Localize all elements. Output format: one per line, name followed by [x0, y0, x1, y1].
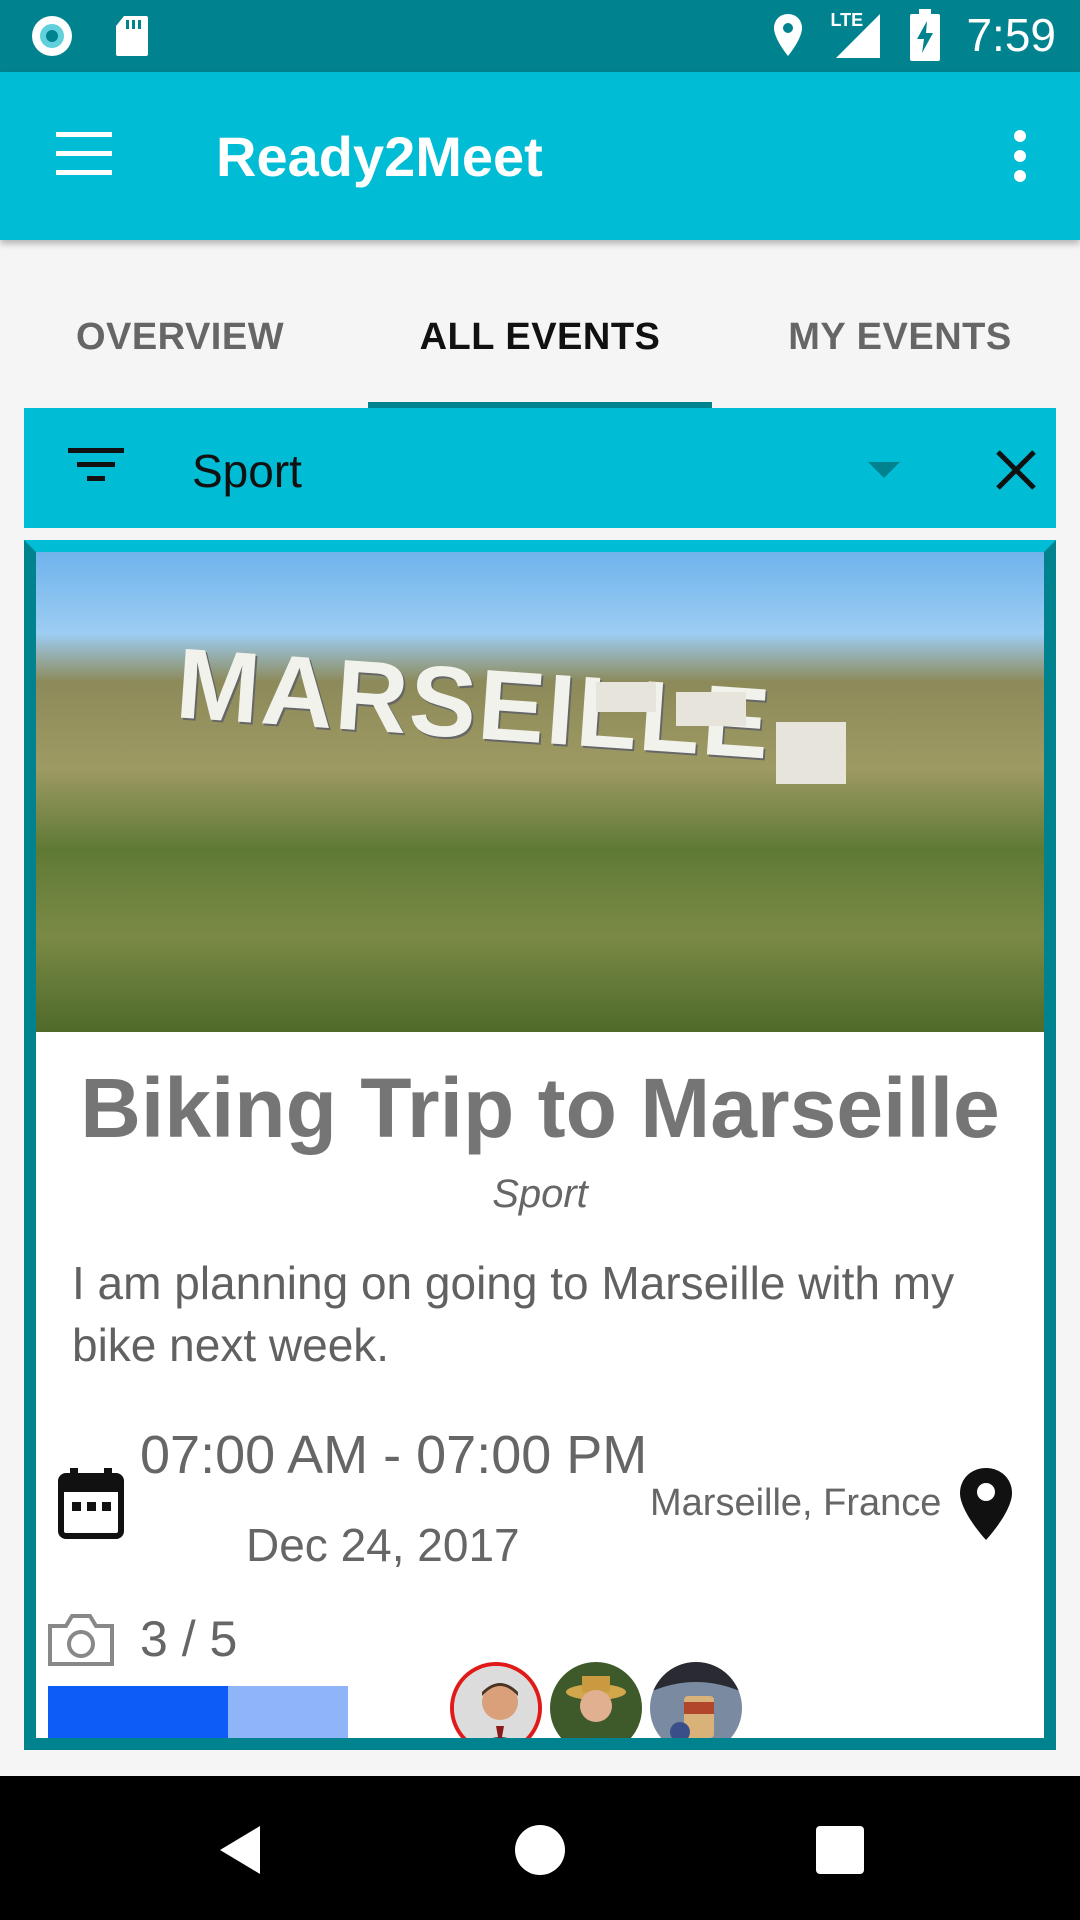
status-clock: 7:59 [966, 9, 1056, 61]
app-title: Ready2Meet [216, 125, 543, 188]
sd-card-icon [116, 16, 148, 56]
menu-icon[interactable] [56, 132, 112, 176]
filter-icon [68, 448, 124, 490]
status-right-icons: LTE 7:59 [772, 8, 1056, 62]
more-vert-icon[interactable] [1014, 130, 1030, 182]
tab-all-events[interactable]: ALL EVENTS [360, 240, 720, 408]
event-time-range: 07:00 AM - 07:00 PM [140, 1425, 648, 1485]
participants-progress-bar [48, 1686, 348, 1738]
close-icon[interactable] [992, 446, 1040, 494]
event-image: MARSEILLE [36, 552, 1044, 1032]
status-bar: LTE 7:59 [0, 0, 1080, 72]
location-pin-icon [960, 1468, 1012, 1540]
location-icon [774, 14, 803, 56]
tab-my-events[interactable]: MY EVENTS [720, 240, 1080, 408]
category-filter-bar: Sport [24, 408, 1056, 528]
notification-circle-icon [32, 16, 72, 56]
calendar-icon [58, 1468, 124, 1539]
event-title: Biking Trip to Marseille [80, 1061, 1000, 1155]
event-date: Dec 24, 2017 [246, 1519, 520, 1571]
status-left-icons [30, 14, 150, 58]
event-location: Marseille, France [650, 1482, 942, 1524]
lte-signal-icon: LTE [830, 10, 884, 60]
participants-count: 3 / 5 [140, 1611, 238, 1667]
event-category: Sport [492, 1172, 588, 1216]
avatar[interactable] [450, 1662, 542, 1738]
dropdown-caret-icon[interactable] [868, 462, 900, 478]
app-bar: Ready2Meet [0, 72, 1080, 240]
event-description: I am planning on going to Marseille with… [72, 1257, 955, 1371]
avatar[interactable] [650, 1662, 742, 1738]
camera-icon [48, 1614, 114, 1666]
participant-avatars [450, 1662, 742, 1738]
category-select[interactable]: Sport [192, 444, 302, 498]
recents-icon[interactable] [810, 1820, 870, 1880]
network-label: LTE [830, 10, 864, 30]
back-icon[interactable] [212, 1820, 272, 1880]
tab-bar: OVERVIEW ALL EVENTS MY EVENTS [0, 240, 1080, 408]
tab-overview[interactable]: OVERVIEW [0, 240, 360, 408]
system-nav-bar [0, 1776, 1080, 1920]
avatar[interactable] [550, 1662, 642, 1738]
home-icon[interactable] [510, 1820, 570, 1880]
participants-progress-fill [48, 1686, 228, 1738]
battery-charging-icon [910, 9, 941, 61]
event-card[interactable]: MARSEILLE Biking Trip to Marseille Sport… [24, 540, 1056, 1750]
